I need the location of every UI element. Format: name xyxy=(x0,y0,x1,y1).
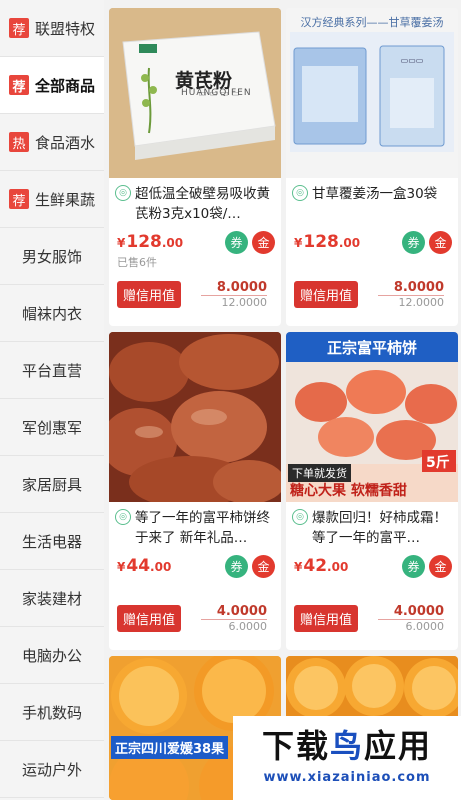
product-price: ¥128.00 xyxy=(294,232,361,252)
product-price: ¥44.00 xyxy=(117,556,172,576)
sidebar-item-outdoor[interactable]: 运动户外 xyxy=(0,741,104,798)
gold-badge[interactable]: 金 xyxy=(429,230,452,254)
product-grid: ▭ ▭ ▭ ▭ 黄芪粉 HUANGQIFEN ◎ 超低温全破壁易吸收黄芪粉3克x1… xyxy=(106,0,461,800)
gift-credit-button[interactable]: 赠信用值 xyxy=(294,280,359,308)
sidebar-item-appliances[interactable]: 生活电器 xyxy=(0,513,104,570)
product-series-label: 汉方经典系列——甘草覆姜汤 xyxy=(300,16,444,29)
sidebar-item-label: 帽袜内衣 xyxy=(21,304,82,323)
credit-row: 赠信用值 4.0000 6.0000 xyxy=(286,594,458,638)
product-title[interactable]: ◎ 甘草覆姜汤一盒30袋 xyxy=(286,178,458,226)
category-sidebar: 荐联盟特权 荐全部商品 热食品酒水 荐生鲜果蔬 男女服饰 帽袜内衣 平台直营 军… xyxy=(0,0,104,800)
sidebar-item-label: 军创惠军 xyxy=(21,418,82,437)
gift-credit-button[interactable]: 赠信用值 xyxy=(294,604,359,632)
sidebar-item-label: 全部商品 xyxy=(34,76,95,95)
sidebar-item-label: 平台直营 xyxy=(21,361,82,380)
coupon-badge[interactable]: 券 xyxy=(225,230,248,254)
credit-row: 赠信用值 8.0000 12.0000 xyxy=(286,270,458,314)
credit-row: 赠信用值 4.0000 6.0000 xyxy=(109,594,281,638)
sold-count xyxy=(286,578,458,594)
sidebar-item-label: 家装建材 xyxy=(21,589,82,608)
product-packages-illustration: ▭▭▭ xyxy=(286,8,458,178)
sidebar-item-platform-direct[interactable]: 平台直营 xyxy=(0,342,104,399)
sidebar-item-label: 运动户外 xyxy=(21,760,82,779)
image-banner-title: 正宗四川爱媛38果 xyxy=(111,736,229,759)
gold-badge[interactable]: 金 xyxy=(252,230,275,254)
product-price: ¥42.00 xyxy=(294,556,349,576)
product-image[interactable]: ▭ ▭ ▭ ▭ 黄芪粉 HUANGQIFEN xyxy=(109,8,281,178)
sidebar-item-food-drinks[interactable]: 热食品酒水 xyxy=(0,114,104,171)
product-box-subtitle: HUANGQIFEN xyxy=(181,88,252,98)
product-image[interactable]: ▭▭▭ 汉方经典系列——甘草覆姜汤 xyxy=(286,8,458,178)
sidebar-item-label: 家居厨具 xyxy=(21,475,82,494)
gift-credit-button[interactable]: 赠信用值 xyxy=(117,280,182,308)
sidebar-item-hats-socks[interactable]: 帽袜内衣 xyxy=(0,285,104,342)
product-title[interactable]: ◎ 等了一年的富平柿饼终于来了 新年礼品… xyxy=(109,502,281,550)
store-icon: ◎ xyxy=(292,509,308,525)
image-slogan: 糖心大果 软糯香甜 xyxy=(290,483,407,499)
recommend-tag: 荐 xyxy=(8,189,29,209)
product-price: ¥128.00 xyxy=(117,232,184,252)
sidebar-item-fresh-produce[interactable]: 荐生鲜果蔬 xyxy=(0,171,104,228)
watermark-title: 下载鸟应用 xyxy=(261,727,433,765)
price-row: ¥44.00 券 金 xyxy=(109,550,281,578)
price-row: ¥42.00 券 金 xyxy=(286,550,458,578)
sidebar-item-office[interactable]: 电脑办公 xyxy=(0,627,104,684)
image-banner-title: 正宗富平柿饼 xyxy=(326,339,417,357)
price-row: ¥128.00 券 金 xyxy=(286,226,458,254)
sidebar-item-all-products[interactable]: 荐全部商品 xyxy=(0,57,104,114)
sidebar-item-label: 生鲜果蔬 xyxy=(34,190,95,209)
product-title[interactable]: ◎ 爆款回归！好柿成霜！ 等了一年的富平… xyxy=(286,502,458,550)
coupon-badge[interactable]: 券 xyxy=(402,554,425,578)
credit-row: 赠信用值 8.0000 12.0000 xyxy=(109,270,281,314)
price-row: ¥128.00 券 金 xyxy=(109,226,281,254)
sidebar-item-label: 生活电器 xyxy=(21,532,82,551)
gift-credit-button[interactable]: 赠信用值 xyxy=(117,604,182,632)
sidebar-item-clothing[interactable]: 男女服饰 xyxy=(0,228,104,285)
watermark-url: www.xiazainiao.com xyxy=(263,770,431,785)
product-card[interactable]: 正宗富平柿饼 下单就发货 5斤 糖心大果 软糯香甜 ◎ 爆款回归！好柿成霜！ 等了… xyxy=(286,332,458,650)
credit-values: 8.0000 12.0000 xyxy=(358,280,452,309)
sidebar-item-digital[interactable]: 手机数码 xyxy=(0,684,104,741)
hot-tag: 热 xyxy=(8,132,29,152)
sidebar-item-union-privilege[interactable]: 荐联盟特权 xyxy=(0,0,104,57)
sidebar-item-home-kitchen[interactable]: 家居厨具 xyxy=(0,456,104,513)
sidebar-item-label: 电脑办公 xyxy=(21,646,82,665)
coupon-badge[interactable]: 券 xyxy=(402,230,425,254)
recommend-tag: 荐 xyxy=(8,18,29,38)
sold-count xyxy=(109,578,281,594)
sidebar-item-label: 联盟特权 xyxy=(34,19,95,38)
image-weight-tag: 5斤 xyxy=(426,455,450,471)
credit-values: 8.0000 12.0000 xyxy=(181,280,275,309)
gold-badge[interactable]: 金 xyxy=(429,554,452,578)
credit-values: 4.0000 6.0000 xyxy=(358,604,452,633)
svg-text:▭▭▭: ▭▭▭ xyxy=(401,56,424,65)
product-card[interactable]: ▭ ▭ ▭ ▭ 黄芪粉 HUANGQIFEN ◎ 超低温全破壁易吸收黄芪粉3克x1… xyxy=(109,8,281,326)
sold-count xyxy=(286,254,458,270)
store-icon: ◎ xyxy=(115,185,131,201)
gold-badge[interactable]: 金 xyxy=(252,554,275,578)
product-card[interactable]: ▭▭▭ 汉方经典系列——甘草覆姜汤 ◎ 甘草覆姜汤一盒30袋 ¥128.00 券 … xyxy=(286,8,458,326)
product-card[interactable]: ◎ 等了一年的富平柿饼终于来了 新年礼品… ¥44.00 券 金 赠信用值 4.0… xyxy=(109,332,281,650)
product-title[interactable]: ◎ 超低温全破壁易吸收黄芪粉3克x10袋/… xyxy=(109,178,281,226)
product-image[interactable] xyxy=(109,332,281,502)
sidebar-item-building[interactable]: 家装建材 xyxy=(0,570,104,627)
coupon-badge[interactable]: 券 xyxy=(225,554,248,578)
product-image[interactable]: 正宗富平柿饼 下单就发货 5斤 糖心大果 软糯香甜 xyxy=(286,332,458,502)
recommend-tag: 荐 xyxy=(8,75,29,95)
dried-persimmon-illustration xyxy=(109,332,281,502)
sidebar-item-label: 手机数码 xyxy=(21,703,82,722)
sidebar-item-label: 男女服饰 xyxy=(21,247,82,266)
credit-values: 4.0000 6.0000 xyxy=(181,604,275,633)
sidebar-item-military[interactable]: 军创惠军 xyxy=(0,399,104,456)
watermark-logo: 下载鸟应用 www.xiazainiao.com xyxy=(233,716,461,800)
store-icon: ◎ xyxy=(292,185,308,201)
sold-count: 已售6件 xyxy=(117,256,157,269)
store-icon: ◎ xyxy=(115,509,131,525)
sidebar-item-label: 食品酒水 xyxy=(34,133,95,152)
